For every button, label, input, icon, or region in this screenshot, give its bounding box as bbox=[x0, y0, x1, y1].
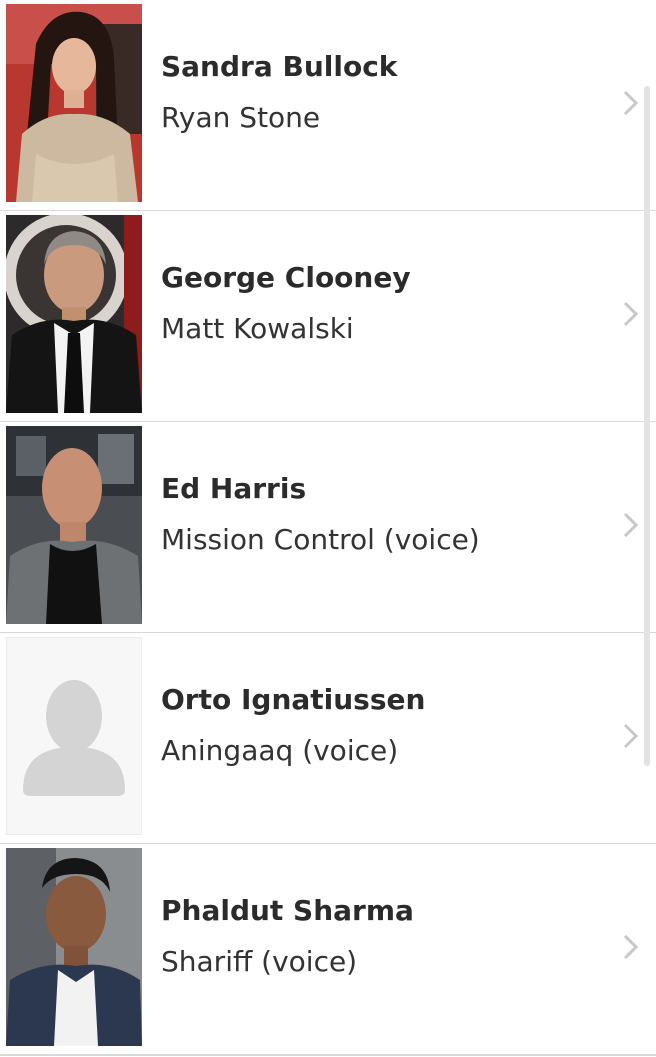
chevron-right-icon bbox=[623, 934, 639, 960]
actor-photo-ed-harris bbox=[6, 426, 142, 624]
actor-name: George Clooney bbox=[161, 261, 411, 294]
cast-row-ed-harris[interactable]: Ed Harris Mission Control (voice) bbox=[0, 422, 656, 634]
actor-name: Ed Harris bbox=[161, 472, 307, 505]
chevron-right-icon bbox=[623, 90, 639, 116]
actor-photo-orto-ignatiussen bbox=[6, 637, 142, 835]
placeholder-avatar-icon bbox=[7, 638, 141, 834]
actor-photo-phaldut-sharma bbox=[6, 848, 142, 1046]
character-name: Mission Control (voice) bbox=[161, 523, 480, 556]
cast-row-orto-ignatiussen[interactable]: Orto Ignatiussen Aningaaq (voice) bbox=[0, 633, 656, 845]
chevron-right-icon bbox=[623, 301, 639, 327]
actor-photo-george-clooney bbox=[6, 215, 142, 413]
actor-photo-sandra-bullock bbox=[6, 4, 142, 202]
character-name: Ryan Stone bbox=[161, 101, 321, 134]
chevron-right-icon bbox=[623, 723, 639, 749]
actor-name: Orto Ignatiussen bbox=[161, 683, 426, 716]
actor-name: Sandra Bullock bbox=[161, 50, 398, 83]
character-name: Matt Kowalski bbox=[161, 312, 354, 345]
chevron-right-icon bbox=[623, 512, 639, 538]
cast-list: Sandra Bullock Ryan Stone George Clooney… bbox=[0, 0, 656, 1057]
character-name: Shariff (voice) bbox=[161, 945, 358, 978]
cast-row-george-clooney[interactable]: George Clooney Matt Kowalski bbox=[0, 211, 656, 423]
character-name: Aningaaq (voice) bbox=[161, 734, 399, 767]
cast-row-sandra-bullock[interactable]: Sandra Bullock Ryan Stone bbox=[0, 0, 656, 212]
scrollbar[interactable] bbox=[644, 86, 650, 766]
cast-row-phaldut-sharma[interactable]: Phaldut Sharma Shariff (voice) bbox=[0, 844, 656, 1056]
actor-name: Phaldut Sharma bbox=[161, 894, 414, 927]
